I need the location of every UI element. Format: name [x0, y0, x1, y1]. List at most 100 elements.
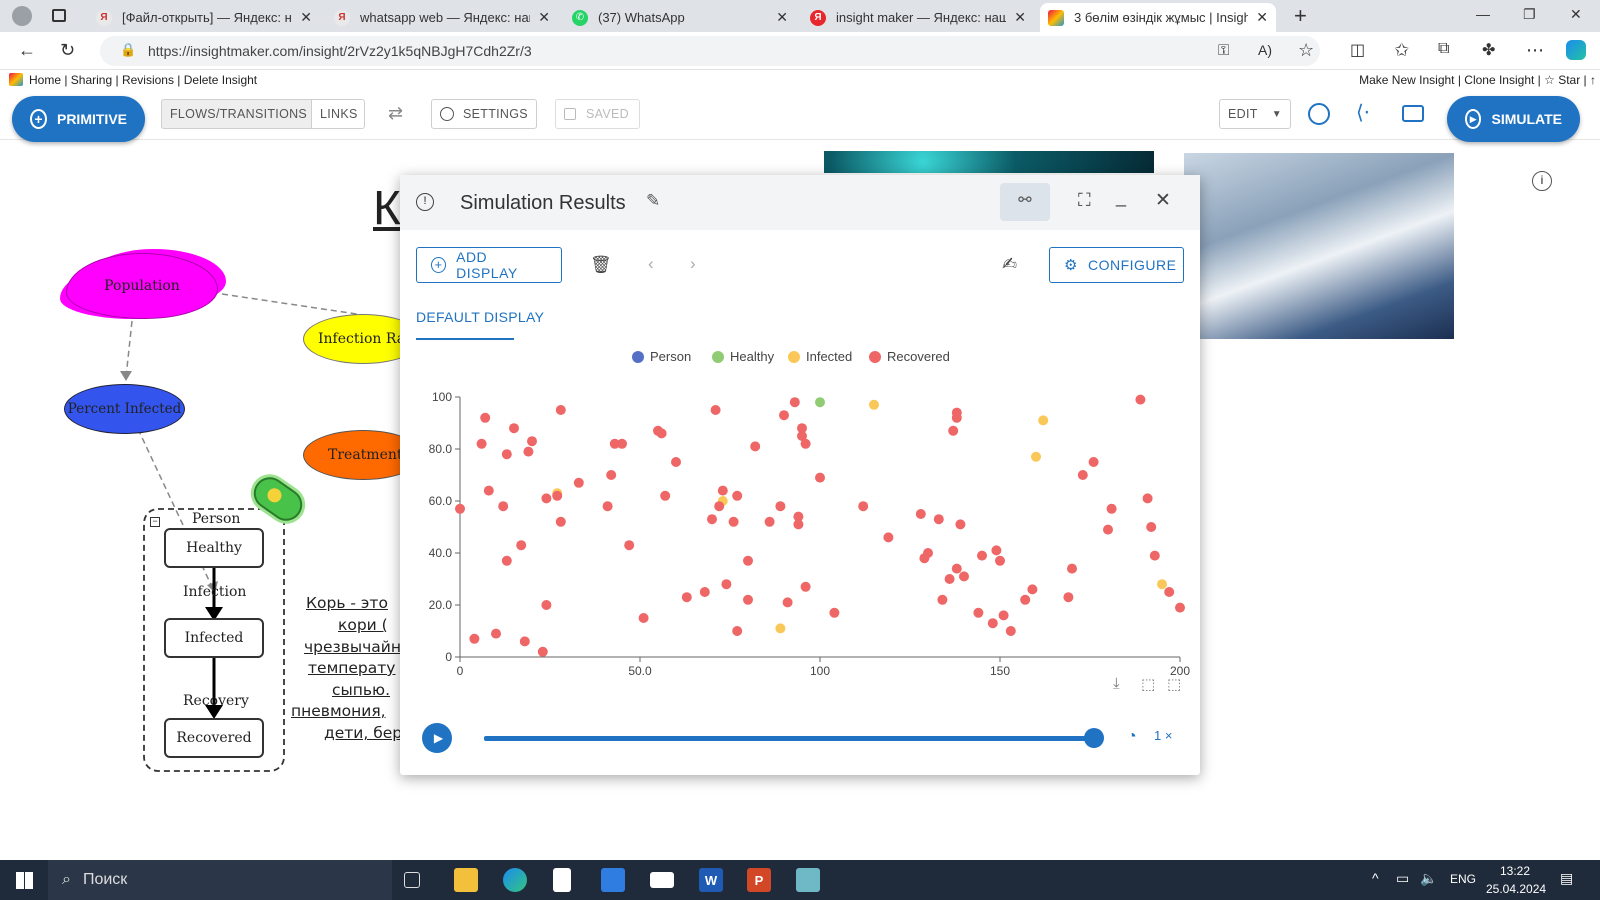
- file-explorer-icon[interactable]: [454, 868, 478, 892]
- mail-icon[interactable]: [650, 872, 674, 888]
- document-icon[interactable]: [553, 868, 571, 892]
- info-icon[interactable]: !: [416, 193, 434, 211]
- browser-tab[interactable]: Я [Файл-открыть] — Яндекс: нашл ✕: [88, 3, 320, 32]
- read-aloud-icon[interactable]: A): [1258, 42, 1272, 58]
- saved-button[interactable]: SAVED: [555, 99, 640, 129]
- infected-state[interactable]: Infected: [164, 618, 264, 658]
- recovery-transition[interactable]: Recovery: [183, 693, 249, 709]
- close-icon[interactable]: ✕: [1155, 189, 1171, 212]
- close-tab-icon[interactable]: ✕: [300, 9, 312, 26]
- store-icon[interactable]: [601, 868, 625, 892]
- info-icon[interactable]: i: [1532, 171, 1552, 191]
- browser-tab-active[interactable]: 3 бөлім өзіндік жұмыс | Insight ✕: [1040, 3, 1276, 32]
- data-point-recovered: [937, 594, 948, 605]
- population-variable[interactable]: Population: [66, 253, 218, 319]
- browser-tab[interactable]: ✆ (37) WhatsApp ✕: [564, 3, 796, 32]
- zoom-area-icon[interactable]: ⬚: [1141, 675, 1155, 693]
- links-label: LINKS: [320, 107, 358, 121]
- collapse-toggle-icon[interactable]: −: [150, 517, 160, 527]
- windows-start-icon[interactable]: [16, 872, 33, 889]
- toolbox-icon[interactable]: [1402, 105, 1424, 122]
- whatsapp-icon: ✆: [572, 9, 588, 26]
- recovered-state[interactable]: Recovered: [164, 718, 264, 758]
- favorite-star-icon[interactable]: ☆: [1298, 40, 1314, 61]
- collections-icon[interactable]: ⧉: [1438, 40, 1449, 58]
- links-button[interactable]: LINKS: [311, 99, 365, 129]
- active-tab-indicator: [416, 338, 514, 340]
- signature-icon[interactable]: ✍: [1002, 254, 1017, 275]
- copilot-icon[interactable]: [1566, 40, 1586, 60]
- time-slider-handle[interactable]: [1084, 728, 1104, 748]
- settings-button[interactable]: SETTINGS: [431, 99, 537, 129]
- simulation-results-window: ! Simulation Results ✎ ⚯ ⛶ _ ✕ + ADD DIS…: [400, 175, 1200, 775]
- simulate-button[interactable]: ▶ SIMULATE: [1447, 96, 1580, 142]
- simulation-window-header[interactable]: ! Simulation Results ✎ ⚯ ⛶ _ ✕: [400, 175, 1200, 230]
- close-tab-icon[interactable]: ✕: [1256, 9, 1268, 26]
- zoom-reset-icon[interactable]: ⬚: [1167, 675, 1181, 693]
- palette-icon[interactable]: [1308, 103, 1330, 125]
- y-tick-label: 40.0: [429, 546, 453, 560]
- notes-app-icon[interactable]: [796, 868, 820, 892]
- insight-actions-links[interactable]: Make New Insight | Clone Insight | ☆ Sta…: [1359, 73, 1596, 87]
- previous-display-icon[interactable]: ‹: [648, 254, 654, 274]
- insight-nav-links[interactable]: Home | Sharing | Revisions | Delete Insi…: [29, 73, 257, 87]
- data-point-recovered: [1149, 550, 1160, 561]
- network-icon[interactable]: ▭: [1396, 870, 1409, 887]
- rename-pencil-icon[interactable]: ✎: [646, 191, 660, 211]
- lock-icon[interactable]: 🔒: [120, 42, 136, 58]
- compare-toggle-icon[interactable]: ⚯: [1000, 183, 1050, 221]
- minimize-icon[interactable]: _: [1116, 187, 1126, 208]
- speed-gauge-icon[interactable]: ◔: [1127, 728, 1137, 746]
- time-slider-track[interactable]: [484, 736, 1094, 741]
- play-button[interactable]: ▶: [422, 723, 452, 753]
- favorites-icon[interactable]: ✩: [1394, 40, 1409, 61]
- share-icon[interactable]: ⟨⋅: [1356, 100, 1370, 125]
- back-icon[interactable]: ←: [18, 40, 36, 61]
- notifications-icon[interactable]: ▤: [1560, 870, 1573, 887]
- tab-actions-icon[interactable]: [52, 9, 66, 22]
- clock-date[interactable]: 25.04.2024: [1486, 882, 1546, 896]
- word-icon[interactable]: W: [699, 868, 723, 892]
- new-tab-icon[interactable]: +: [1294, 3, 1307, 29]
- more-menu-icon[interactable]: ⋯: [1526, 40, 1544, 61]
- configure-button[interactable]: ⚙ CONFIGURE: [1049, 247, 1184, 283]
- edit-dropdown[interactable]: EDIT ▼: [1219, 99, 1291, 129]
- infection-transition[interactable]: Infection: [183, 584, 246, 600]
- tray-chevron-icon[interactable]: ^: [1372, 870, 1379, 886]
- data-point-recovered: [555, 516, 566, 527]
- close-tab-icon[interactable]: ✕: [1014, 9, 1026, 26]
- browser-tab[interactable]: Я whatsapp web — Яндекс: нашлс ✕: [326, 3, 558, 32]
- restore-window-icon[interactable]: ❐: [1523, 6, 1536, 23]
- volume-icon[interactable]: 🔈: [1420, 870, 1437, 887]
- fullscreen-icon[interactable]: ⛶: [1078, 190, 1091, 211]
- data-point-recovered: [660, 490, 671, 501]
- healthy-state[interactable]: Healthy: [164, 528, 264, 568]
- next-display-icon[interactable]: ›: [690, 254, 696, 274]
- taskbar-search[interactable]: ⌕ Поиск: [48, 860, 392, 900]
- profile-icon[interactable]: [12, 6, 32, 26]
- flows-transitions-button[interactable]: FLOWS/TRANSITIONS: [161, 99, 311, 129]
- close-tab-icon[interactable]: ✕: [538, 9, 550, 26]
- powerpoint-icon[interactable]: P: [747, 868, 771, 892]
- edge-browser-icon[interactable]: [503, 868, 527, 892]
- url-field[interactable]: 🔒 https://insightmaker.com/insight/2rVz2…: [100, 36, 1320, 66]
- add-display-button[interactable]: + ADD DISPLAY: [416, 247, 562, 283]
- close-window-icon[interactable]: ✕: [1570, 6, 1582, 23]
- speed-value[interactable]: 1 ×: [1154, 728, 1172, 743]
- language-indicator[interactable]: ENG: [1450, 872, 1476, 886]
- split-screen-icon[interactable]: ◫: [1350, 40, 1365, 60]
- close-tab-icon[interactable]: ✕: [776, 9, 788, 26]
- percent-infected-variable[interactable]: Percent Infected: [64, 384, 185, 434]
- minimize-window-icon[interactable]: —: [1476, 6, 1490, 22]
- primitive-button[interactable]: + PRIMITIVE: [12, 96, 145, 142]
- clock-time[interactable]: 13:22: [1500, 864, 1530, 878]
- reload-icon[interactable]: ↻: [60, 40, 75, 61]
- key-icon[interactable]: ⚿: [1218, 42, 1229, 59]
- task-view-icon[interactable]: [404, 872, 420, 888]
- tab-default-display[interactable]: DEFAULT DISPLAY: [416, 309, 544, 325]
- delete-trash-icon[interactable]: 🗑: [590, 255, 612, 275]
- download-icon[interactable]: ⤓: [1113, 675, 1120, 692]
- swap-direction-icon[interactable]: ⇄: [388, 103, 403, 124]
- browser-tab[interactable]: Я insight maker — Яндекс: нашлос ✕: [802, 3, 1034, 32]
- extensions-icon[interactable]: ✤: [1482, 40, 1495, 60]
